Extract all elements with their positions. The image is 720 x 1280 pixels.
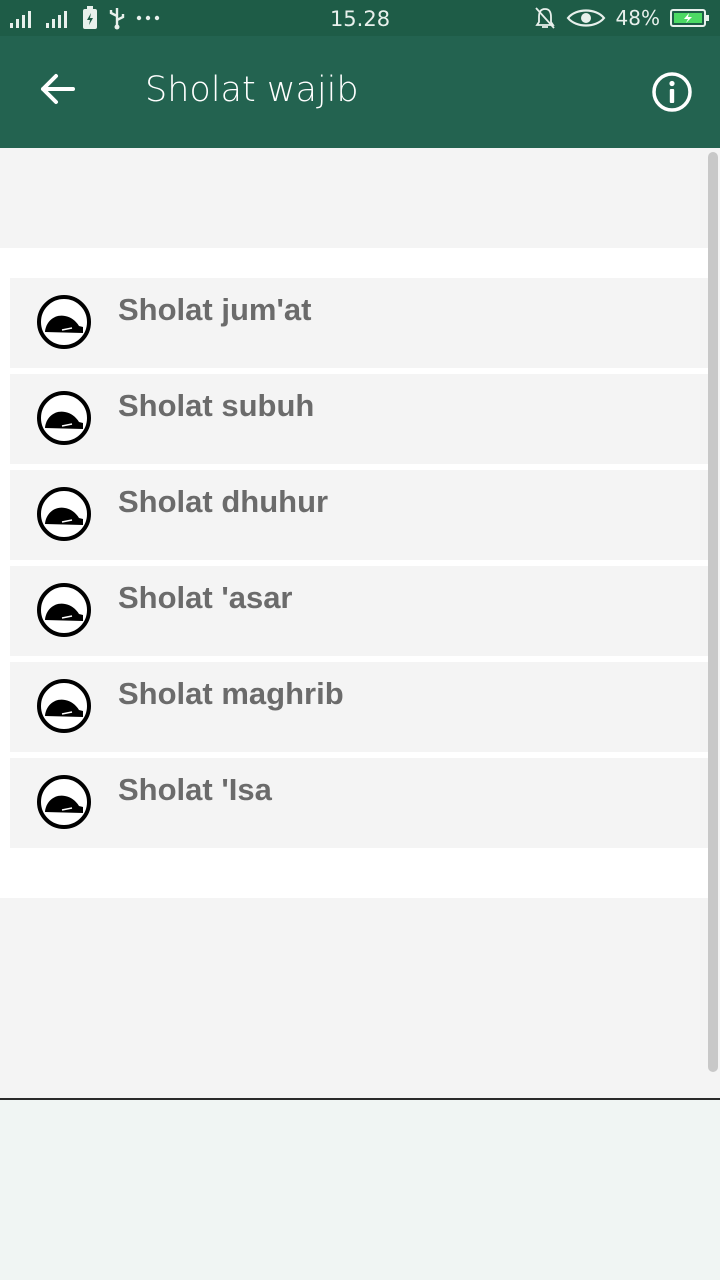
bell-off-icon	[534, 7, 555, 29]
info-icon	[652, 72, 692, 112]
eye-icon	[566, 9, 605, 27]
app-bar: Sholat wajib	[0, 36, 720, 148]
list-item-label: Sholat 'asar	[118, 580, 293, 615]
list-item-label: Sholat subuh	[118, 388, 315, 423]
list-item[interactable]: Sholat 'Isa	[10, 758, 708, 848]
list-item-label: Sholat 'Isa	[118, 772, 272, 807]
list-item-label: Sholat maghrib	[118, 676, 344, 711]
scrollbar[interactable]	[708, 152, 718, 1072]
prayer-icon	[37, 295, 91, 349]
list-item[interactable]: Sholat maghrib	[10, 662, 708, 752]
list-item[interactable]: Sholat jum'at	[10, 278, 708, 368]
prayer-icon	[37, 775, 91, 829]
status-right-icons: 48%	[534, 5, 710, 31]
list-item-label: Sholat jum'at	[118, 292, 312, 327]
prayer-list: Sholat jum'at Sholat subuh Sholat dhuhur	[0, 248, 710, 898]
content-area: Sholat jum'at Sholat subuh Sholat dhuhur	[0, 148, 720, 1098]
prayer-icon	[37, 583, 91, 637]
back-button[interactable]	[28, 60, 86, 118]
info-button[interactable]	[646, 66, 698, 118]
page-title: Sholat wajib	[145, 70, 359, 110]
battery-percent: 48%	[615, 6, 660, 30]
list-item[interactable]: Sholat dhuhur	[10, 470, 708, 560]
prayer-icon	[37, 391, 91, 445]
status-bar: 15.28 48%	[0, 0, 720, 36]
prayer-icon	[37, 679, 91, 733]
prayer-icon	[37, 487, 91, 541]
list-item-label: Sholat dhuhur	[118, 484, 329, 519]
list-item[interactable]: Sholat subuh	[10, 374, 708, 464]
arrow-left-icon	[41, 74, 75, 104]
bottom-area	[0, 1100, 720, 1280]
battery-icon	[670, 9, 709, 27]
list-item[interactable]: Sholat 'asar	[10, 566, 708, 656]
